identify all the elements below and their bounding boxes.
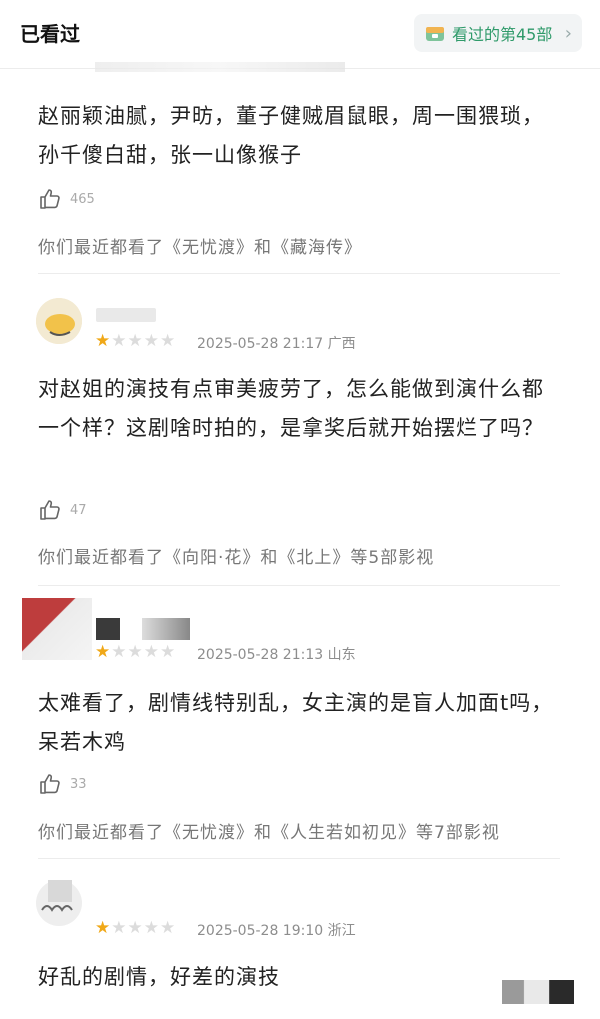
star-rating: ★★★★★ — [95, 918, 177, 938]
avatar-image — [36, 298, 82, 344]
thumbs-up-icon — [40, 189, 60, 209]
recent-watched-text: 你们最近都看了《无忧渡》和《藏海传》 — [38, 238, 362, 258]
like-count: 465 — [70, 191, 95, 207]
like-count: 33 — [70, 776, 87, 792]
divider — [38, 273, 560, 274]
avatar[interactable] — [36, 298, 82, 344]
recent-watched-text: 你们最近都看了《向阳·花》和《北上》等5部影视 — [38, 548, 435, 568]
like-button[interactable]: 465 — [38, 187, 95, 211]
comment-date: 2025-05-28 21:13 — [197, 647, 324, 663]
comment-meta: 2025-05-28 21:17 广西 — [197, 333, 356, 353]
comment-meta: 2025-05-28 21:13 山东 — [197, 644, 356, 664]
comment-text: 对赵姐的演技有点审美疲劳了，怎么能做到演什么都一个样？这剧啥时拍的，是拿奖后就开… — [38, 377, 544, 440]
like-count: 47 — [70, 502, 87, 518]
comment-meta: 2025-05-28 19:10 浙江 — [197, 920, 356, 940]
divider — [38, 585, 560, 586]
comment-text: 赵丽颖油腻，尹昉，董子健贼眉鼠眼，周一围猥琐，孙千傻白甜，张一山像猴子 — [38, 104, 544, 167]
thumbs-up-icon — [40, 500, 60, 520]
comment-text: 太难看了，剧情线特别乱，女主演的是盲人加面t吗，呆若木鸡 — [38, 691, 554, 754]
thumbs-up-icon — [40, 774, 60, 794]
blurred-avatar — [22, 598, 92, 660]
blurred-username — [96, 308, 156, 322]
comment-date: 2025-05-28 19:10 — [197, 923, 324, 939]
blurred-username — [96, 618, 120, 640]
blurred-username — [48, 880, 72, 902]
like-button[interactable]: 47 — [38, 498, 87, 522]
comment-item: 赵丽颖油腻，尹昉，董子健贼眉鼠眼，周一围猥琐，孙千傻白甜，张一山像猴子 465 … — [0, 0, 600, 270]
recent-watched-text: 你们最近都看了《无忧渡》和《人生若如初见》等7部影视 — [38, 823, 500, 843]
star-rating: ★★★★★ — [95, 331, 177, 351]
comment-region: 浙江 — [327, 923, 356, 939]
watermark-blur — [502, 980, 574, 1004]
comment-text: 好乱的剧情，好差的演技 — [38, 965, 280, 989]
blurred-username — [142, 618, 190, 640]
divider — [38, 858, 560, 859]
star-rating: ★★★★★ — [95, 642, 177, 662]
comment-region: 山东 — [327, 647, 356, 663]
comment-date: 2025-05-28 21:17 — [197, 336, 324, 352]
comment-region: 广西 — [327, 336, 356, 352]
like-button[interactable]: 33 — [38, 772, 87, 796]
